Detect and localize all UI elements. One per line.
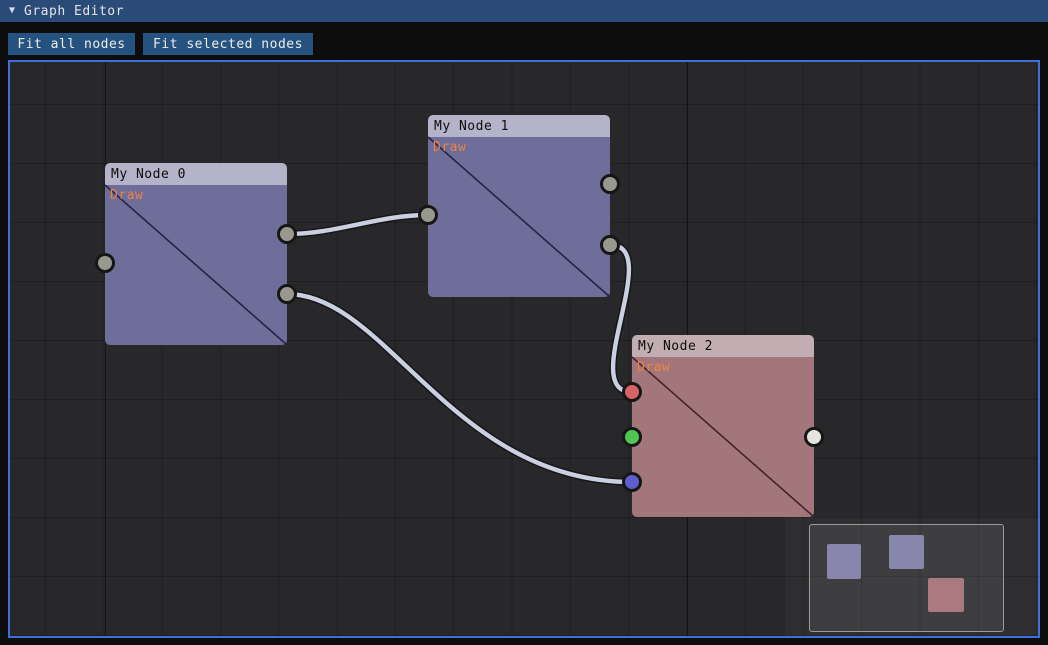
pin-node0-output-0[interactable]: [277, 224, 297, 244]
link-wire-outline: [287, 294, 632, 482]
node-diagonal-line: [632, 357, 814, 517]
graph-node[interactable]: My Node 1 Draw: [428, 115, 610, 297]
fit-all-nodes-button[interactable]: Fit all nodes: [8, 33, 135, 55]
node-draw-label: Draw: [637, 360, 670, 375]
pin-node0-output-1[interactable]: [277, 284, 297, 304]
node-draw-label: Draw: [433, 140, 466, 155]
node-title: My Node 1: [434, 119, 509, 134]
graph-node[interactable]: My Node 2 Draw: [632, 335, 814, 517]
fit-selected-nodes-button[interactable]: Fit selected nodes: [143, 33, 313, 55]
graph-node[interactable]: My Node 0 Draw: [105, 163, 287, 345]
minimap-node-rect: [928, 578, 964, 612]
toolbar: Fit all nodes Fit selected nodes: [8, 33, 313, 55]
node-body: Draw: [428, 137, 610, 297]
link-wire-node0-output-0-to-node1-input[interactable]: [287, 215, 428, 234]
node-title: My Node 0: [111, 167, 186, 182]
pin-node1-output-0[interactable]: [600, 174, 620, 194]
node-title: My Node 2: [638, 339, 713, 354]
node-draw-label: Draw: [110, 188, 143, 203]
minimap[interactable]: [809, 524, 1004, 632]
node-header[interactable]: My Node 1: [428, 115, 610, 137]
pin-node2-output[interactable]: [804, 427, 824, 447]
graph-editor-app: ▼ Graph Editor Fit all nodes Fit selecte…: [0, 0, 1048, 645]
link-wire-node1-output-1-to-node2-input-red[interactable]: [610, 245, 632, 392]
pin-node1-output-1[interactable]: [600, 235, 620, 255]
window-title: Graph Editor: [24, 4, 124, 19]
pin-node2-input-red[interactable]: [622, 382, 642, 402]
node-diagonal-line: [428, 137, 610, 297]
graph-canvas[interactable]: My Node 0 Draw My Node 1 Draw My Node 2 …: [8, 60, 1040, 638]
minimap-node-rect: [889, 535, 924, 569]
pin-node0-input[interactable]: [95, 253, 115, 273]
node-body: Draw: [632, 357, 814, 517]
minimap-node-rect: [827, 544, 861, 579]
pin-node2-input-green[interactable]: [622, 427, 642, 447]
node-header[interactable]: My Node 0: [105, 163, 287, 185]
node-body: Draw: [105, 185, 287, 345]
window-titlebar[interactable]: ▼ Graph Editor: [0, 0, 1048, 22]
pin-node1-input[interactable]: [418, 205, 438, 225]
link-wire-node0-output-1-to-node2-input-blue[interactable]: [287, 294, 632, 482]
collapse-arrow-icon[interactable]: ▼: [9, 0, 15, 22]
node-header[interactable]: My Node 2: [632, 335, 814, 357]
node-diagonal-line: [105, 185, 287, 345]
pin-node2-input-blue[interactable]: [622, 472, 642, 492]
